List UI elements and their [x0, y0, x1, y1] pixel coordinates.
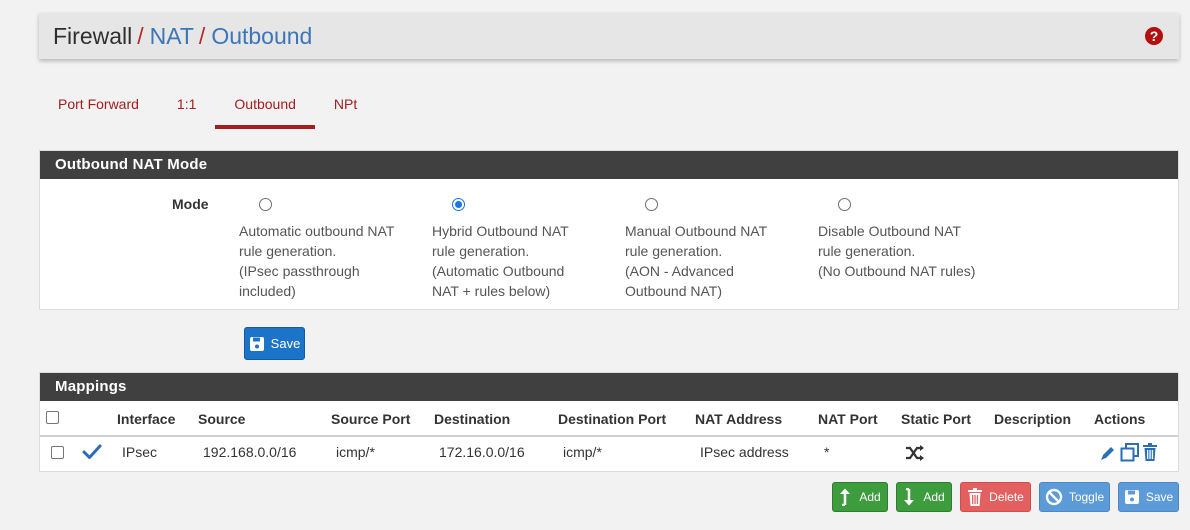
option-line: rule generation. — [818, 243, 916, 259]
delete-label: Delete — [989, 490, 1024, 504]
tab-one-to-one[interactable]: 1:1 — [158, 88, 215, 129]
col-header-nat-address[interactable]: NAT Address — [695, 411, 782, 427]
save-order-button[interactable]: Save — [1118, 482, 1179, 512]
col-header-actions: Actions — [1094, 411, 1146, 427]
option-line: (AON - Advanced — [625, 263, 734, 279]
option-line: (IPsec passthrough — [239, 263, 360, 279]
save-label: Save — [270, 336, 301, 351]
save-mode-button[interactable]: Save — [244, 327, 305, 360]
mode-option-text: Hybrid Outbound NAT rule generation. (Au… — [432, 221, 607, 301]
cell-destination: 172.16.0.0/16 — [439, 444, 525, 460]
col-header-description[interactable]: Description — [994, 411, 1071, 427]
shuffle-icon — [905, 445, 925, 466]
radio-disable[interactable] — [838, 198, 851, 211]
panel-title: Outbound NAT Mode — [40, 151, 1178, 179]
enabled-check-icon[interactable] — [82, 443, 102, 466]
option-line: Manual Outbound NAT — [625, 223, 768, 239]
option-line: NAT + rules below) — [432, 283, 551, 299]
col-header-interface[interactable]: Interface — [117, 411, 175, 427]
option-line: rule generation. — [432, 243, 530, 259]
floppy-disk-icon — [1124, 489, 1140, 505]
cell-destination-port: icmp/* — [563, 444, 602, 460]
select-all-checkbox[interactable] — [46, 411, 59, 424]
arrow-turn-down-icon — [903, 488, 917, 506]
radio-manual[interactable] — [645, 198, 658, 211]
add-rule-bottom-button[interactable]: Add — [896, 482, 952, 512]
cell-nat-port: * — [824, 444, 830, 460]
header-divider — [40, 435, 1178, 437]
breadcrumb-link-nat[interactable]: NAT — [150, 23, 194, 50]
mappings-panel: Mappings Interface Source Source Port De… — [39, 372, 1179, 472]
col-header-destination-port[interactable]: Destination Port — [558, 411, 666, 427]
tab-port-forward[interactable]: Port Forward — [39, 88, 158, 129]
edit-pencil-icon[interactable] — [1099, 444, 1117, 467]
copy-icon[interactable] — [1120, 443, 1140, 467]
col-header-source-port[interactable]: Source Port — [331, 411, 410, 427]
cell-nat-address: IPsec address — [700, 444, 789, 460]
add-label: Add — [923, 490, 945, 504]
option-line: rule generation. — [625, 243, 723, 259]
arrow-turn-up-icon — [839, 488, 853, 506]
breadcrumb-separator: / — [137, 22, 144, 49]
breadcrumb: Firewall / NAT / Outbound ? — [39, 13, 1179, 59]
toggle-button[interactable]: Toggle — [1039, 482, 1110, 512]
radio-automatic[interactable] — [259, 198, 272, 211]
col-header-destination[interactable]: Destination — [434, 411, 510, 427]
trash-icon — [967, 487, 983, 507]
trash-icon[interactable] — [1142, 443, 1158, 467]
option-line: Hybrid Outbound NAT — [432, 223, 569, 239]
option-line: included) — [239, 283, 296, 299]
tab-bar: Port Forward 1:1 Outbound NPt — [39, 88, 376, 129]
breadcrumb-root: Firewall — [53, 22, 133, 49]
radio-hybrid[interactable] — [452, 198, 465, 211]
breadcrumb-link-outbound[interactable]: Outbound — [211, 23, 312, 50]
ban-icon — [1045, 488, 1063, 506]
cell-source: 192.168.0.0/16 — [203, 444, 297, 460]
col-header-nat-port[interactable]: NAT Port — [818, 411, 878, 427]
option-line: (No Outbound NAT rules) — [818, 263, 976, 279]
row-checkbox[interactable] — [51, 446, 64, 459]
option-line: Outbound NAT) — [625, 283, 723, 299]
option-line: Disable Outbound NAT — [818, 223, 961, 239]
tab-npt[interactable]: NPt — [315, 88, 376, 129]
delete-button[interactable]: Delete — [960, 482, 1031, 512]
option-line: (Automatic Outbound — [432, 263, 565, 279]
add-label: Add — [859, 490, 881, 504]
breadcrumb-separator: / — [198, 22, 206, 49]
add-rule-top-button[interactable]: Add — [832, 482, 888, 512]
col-header-source[interactable]: Source — [198, 411, 245, 427]
outbound-nat-mode-panel: Outbound NAT Mode Mode Automatic outboun… — [39, 150, 1179, 310]
mode-label: Mode — [172, 196, 209, 212]
cell-source-port: icmp/* — [336, 444, 375, 460]
floppy-disk-icon — [249, 336, 265, 352]
panel-title: Mappings — [40, 373, 1178, 401]
mode-option-text: Disable Outbound NAT rule generation. (N… — [818, 221, 993, 281]
toggle-label: Toggle — [1068, 490, 1105, 504]
option-line: rule generation. — [239, 243, 337, 259]
tab-outbound[interactable]: Outbound — [215, 88, 315, 129]
cell-interface: IPsec — [122, 444, 158, 460]
mode-option-text: Manual Outbound NAT rule generation. (AO… — [625, 221, 800, 301]
col-header-static-port[interactable]: Static Port — [901, 411, 971, 427]
mode-option-text: Automatic outbound NAT rule generation. … — [239, 221, 414, 301]
question-circle-icon[interactable]: ? — [1145, 27, 1163, 45]
option-line: Automatic outbound NAT — [239, 223, 395, 239]
save-label: Save — [1145, 490, 1174, 504]
